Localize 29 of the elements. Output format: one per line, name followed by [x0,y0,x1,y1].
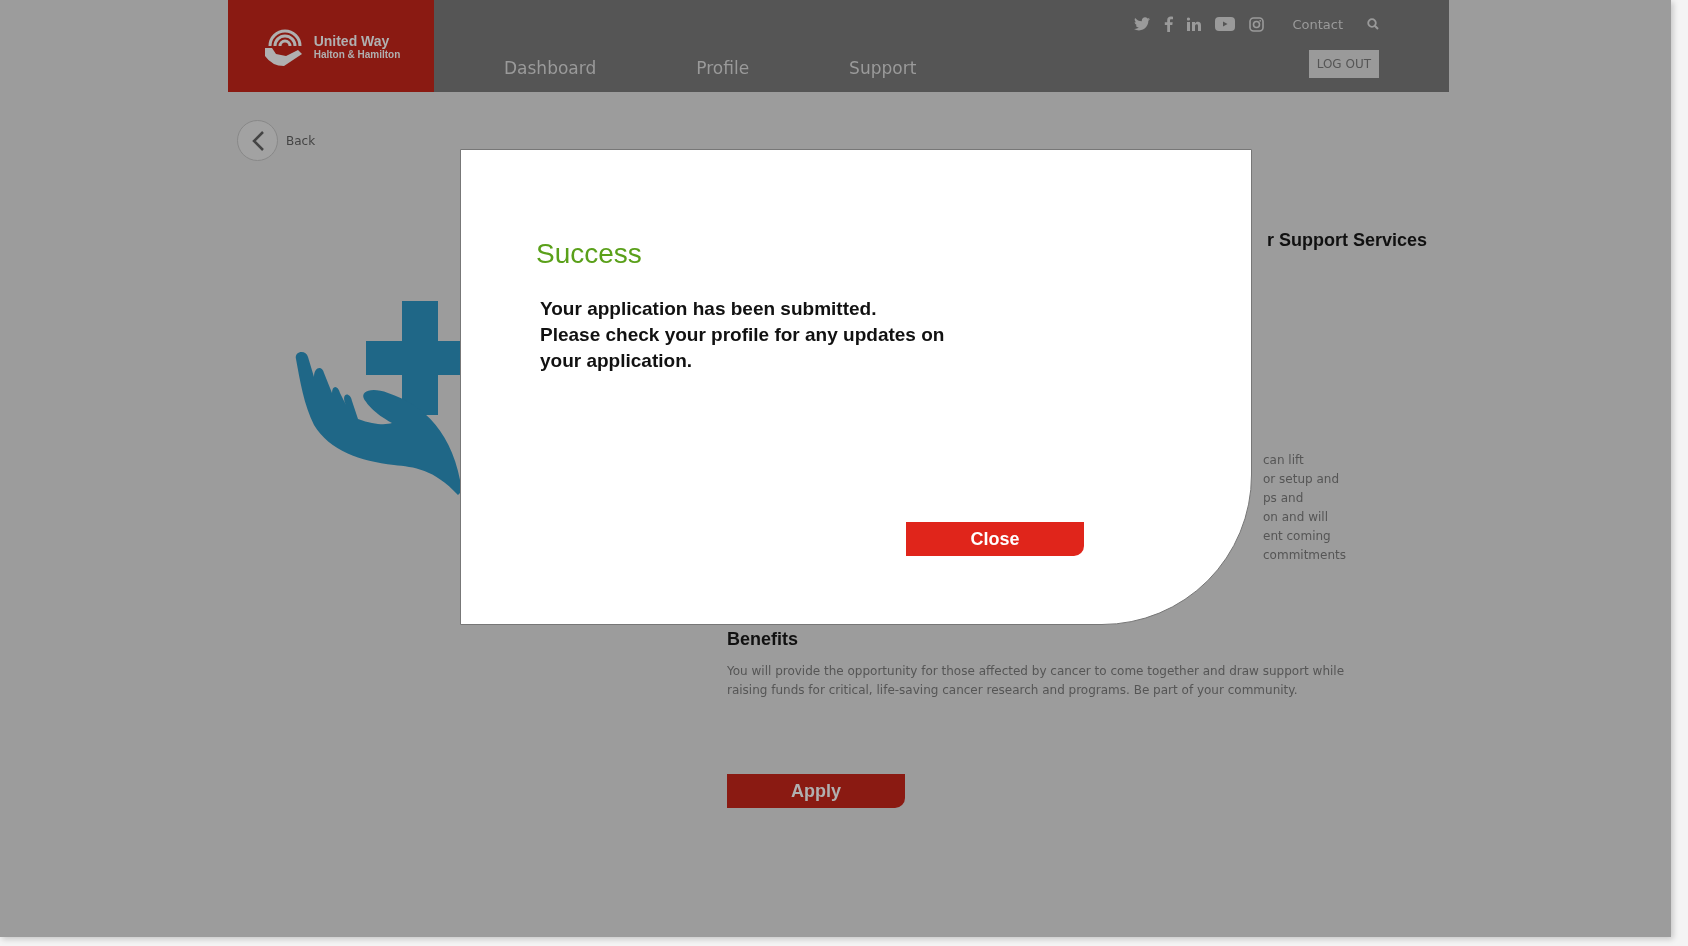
benefits-text: You will provide the opportunity for those affected by cancer to come together and draw support while raising funds for critical, life-saving cancer research and programs. Be part of your community. [727,663,1346,699]
description-text: on and will [1263,509,1329,526]
back-label: Back [286,133,316,148]
nav-link[interactable]: Dashboard [504,58,597,78]
description-text: can lift [1263,452,1305,469]
linkedin-icon[interactable] [1187,17,1202,31]
dialog-message: Your application has been submitted. [540,297,878,321]
dialog-title: Success [536,238,643,270]
nav-link[interactable]: Support [849,58,917,78]
twitter-bird-icon[interactable] [1134,17,1151,31]
page-title: r Support Services [1266,230,1427,251]
close-button[interactable]: Close [906,522,1084,556]
logo-name: United Way [313,32,391,49]
search-icon[interactable] [1367,18,1379,30]
instagram-camera-icon[interactable] [1249,16,1265,32]
back-button[interactable] [237,120,278,161]
description-text: ent coming [1263,528,1332,545]
logo-subtitle: Halton & Hamilton [313,48,401,60]
apply-button[interactable]: Apply [727,774,905,808]
description-text: ps and [1263,490,1305,507]
facebook-f-icon[interactable] [1164,16,1174,32]
benefits-heading: Benefits [727,629,799,650]
youtube-play-icon[interactable] [1215,17,1236,31]
description-text: or setup and [1263,471,1341,488]
logout-button[interactable]: LOG OUT [1308,50,1379,78]
nav-link[interactable]: Profile [696,58,750,78]
dialog-message: Please check your profile for any updates on your application. [540,323,946,373]
description-text: commitments [1263,547,1347,564]
contact-link[interactable]: Contact [1292,16,1343,32]
